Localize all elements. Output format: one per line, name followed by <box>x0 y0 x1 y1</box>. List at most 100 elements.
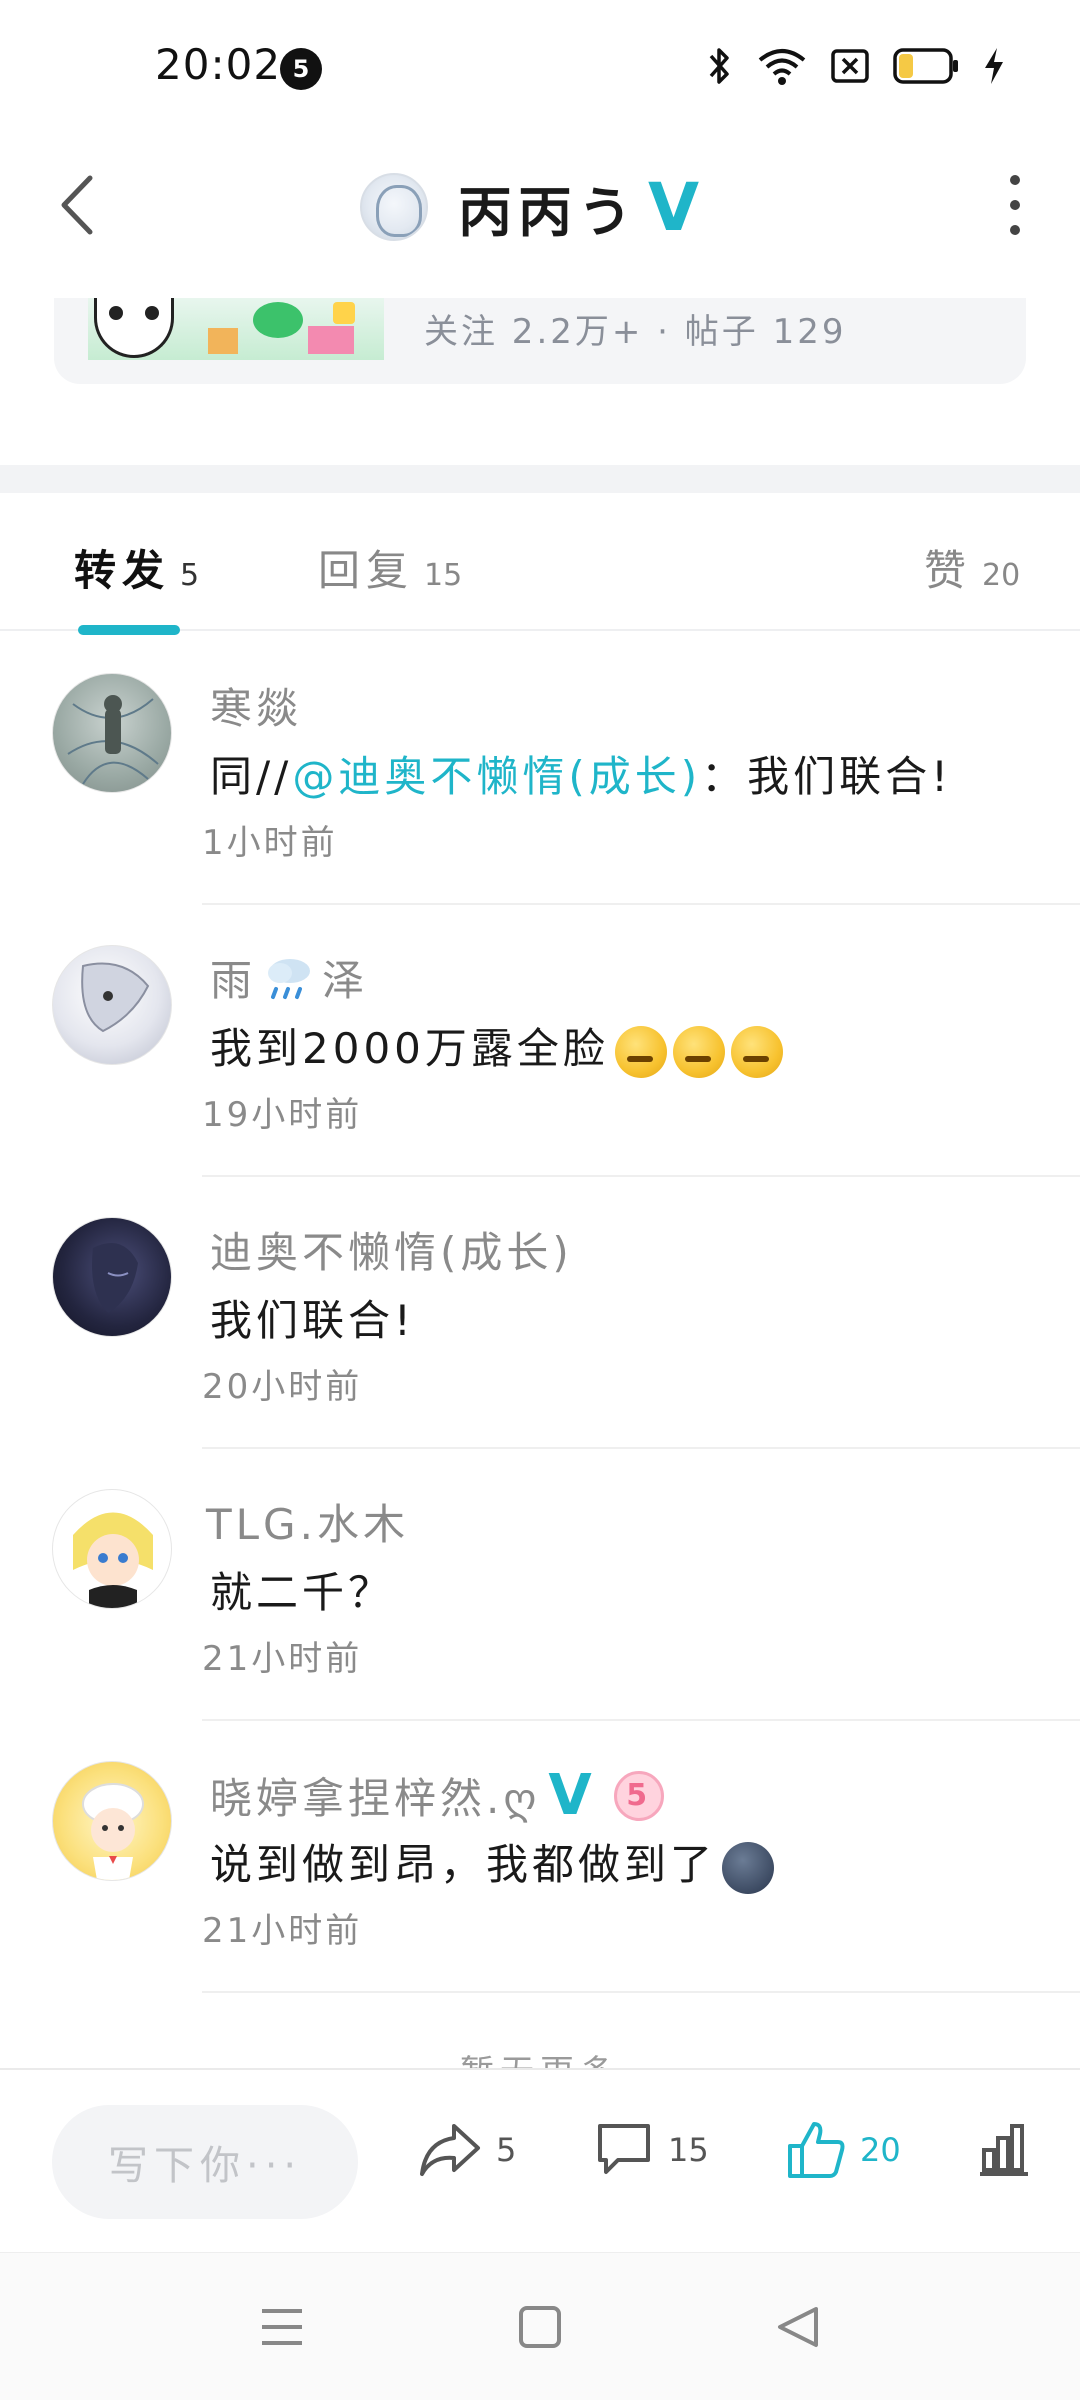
comment-text: 我到2000万露全脸 <box>210 1015 783 1078</box>
author-avatar[interactable] <box>360 173 428 241</box>
author-name-text: 晓婷拿捏梓然.ღ <box>210 1774 541 1823</box>
avatar-figure <box>81 962 150 1033</box>
level-badge-icon: 5 <box>613 1770 664 1821</box>
comment-count: 15 <box>668 2131 709 2169</box>
rain-cloud-icon <box>268 958 311 999</box>
forum-thumbnail <box>88 298 384 360</box>
smirk-emoji-icon <box>672 1025 725 1078</box>
comment-text-body: 说到做到昂，我都做到了 <box>210 1840 717 1889</box>
comment-time: 21小时前 <box>202 1639 363 1679</box>
status-icons <box>707 46 1005 86</box>
list-item[interactable]: 晓婷拿捏梓然.ღ V 5 说到做到昂，我都做到了 21小时前 <box>0 1721 1080 1993</box>
stats-button[interactable] <box>976 2122 1032 2182</box>
comment-text-suffix: ：我们联合! <box>701 752 952 801</box>
comment-text: 我们联合! <box>210 1296 415 1345</box>
tab-label: 回复 <box>318 546 415 595</box>
chevron-left-icon <box>61 175 93 235</box>
status-time: 20:02 <box>155 40 282 89</box>
more-dot <box>1010 200 1020 210</box>
comment-author[interactable]: TLG.水木 <box>206 1491 409 1552</box>
avatar-figure <box>73 1512 153 1608</box>
interaction-tabs: 转发 5 回复 15 赞 20 <box>0 493 1080 635</box>
square-home-icon <box>519 2306 561 2348</box>
list-item[interactable]: TLG.水木 就二千？ 21小时前 <box>0 1449 1080 1721</box>
verified-badge-icon: V <box>648 168 700 246</box>
divider <box>202 1991 1080 1993</box>
back-button[interactable] <box>50 170 110 240</box>
comment-time: 21小时前 <box>202 1911 363 1951</box>
thumbs-up-icon <box>788 2122 845 2178</box>
charging-icon <box>985 48 1003 84</box>
avatar[interactable] <box>52 1217 172 1337</box>
list-item[interactable]: 雨 泽 我到2000万露全脸 19小时前 <box>0 905 1080 1177</box>
avatar[interactable] <box>52 1761 172 1881</box>
bottom-action-bar: 写下你··· 5 15 20 <box>0 2068 1080 2252</box>
avatar[interactable] <box>52 1489 172 1609</box>
tab-count: 20 <box>982 558 1021 593</box>
comment-author[interactable]: 晓婷拿捏梓然.ღ V 5 <box>210 1763 664 1828</box>
forum-card[interactable]: 关注 2.2万+ · 帖子 129 <box>54 298 1026 384</box>
battery-icon <box>893 48 958 84</box>
top-nav-bar: 丙丙う V <box>0 150 1080 260</box>
share-count: 5 <box>496 2131 517 2169</box>
like-count: 20 <box>860 2131 901 2169</box>
home-nav-button[interactable] <box>510 2297 570 2357</box>
comment-time: 19小时前 <box>202 1095 363 1135</box>
tab-likes[interactable]: 赞 20 <box>924 537 1020 598</box>
panda-illustration <box>94 298 174 358</box>
verified-badge-icon: V <box>548 1763 596 1828</box>
comment-author[interactable]: 雨 泽 <box>210 947 368 1008</box>
wifi-icon <box>758 49 806 85</box>
comment-text: 同//@迪奥不懒惰(成长)：我们联合! <box>210 743 952 804</box>
list-item[interactable]: 寒燚 同//@迪奥不懒惰(成长)：我们联合! 1小时前 <box>0 633 1080 905</box>
avatar-figure <box>92 1243 138 1313</box>
avatar[interactable] <box>52 945 172 1065</box>
tab-replies[interactable]: 回复 15 <box>318 537 462 598</box>
notification-badge: 5 <box>280 48 322 90</box>
more-dot <box>1010 225 1020 235</box>
thumb-decoration <box>333 302 355 324</box>
author-header[interactable]: 丙丙う V <box>360 162 699 252</box>
comment-author[interactable]: 迪奥不懒惰(成长) <box>210 1219 573 1280</box>
smirk-emoji-icon <box>614 1025 667 1078</box>
tab-reposts[interactable]: 转发 5 <box>74 537 199 598</box>
thumb-decoration <box>308 326 354 354</box>
menu-icon <box>262 2309 302 2345</box>
forum-stats: 关注 2.2万+ · 帖子 129 <box>424 312 847 352</box>
tab-label: 赞 <box>924 546 973 595</box>
comment-button[interactable]: 15 <box>594 2120 709 2180</box>
comment-bubble-icon <box>598 2124 650 2174</box>
comment-author[interactable]: 寒燚 <box>210 675 302 736</box>
author-name-part: 雨 <box>210 956 257 1005</box>
comment-time: 20小时前 <box>202 1367 363 1407</box>
author-name-part: 泽 <box>322 956 369 1005</box>
back-nav-button[interactable] <box>768 2297 828 2357</box>
sim-off-icon <box>831 49 869 83</box>
triangle-back-icon <box>778 2307 818 2347</box>
tab-label: 转发 <box>74 546 171 595</box>
like-button[interactable]: 20 <box>786 2120 901 2180</box>
comment-text-body: 我到2000万露全脸 <box>210 1024 609 1073</box>
author-name: 丙丙う <box>458 180 638 244</box>
share-button[interactable]: 5 <box>418 2120 516 2180</box>
bluetooth-icon <box>709 48 729 84</box>
user-mention-link[interactable]: @迪奥不懒惰(成长) <box>292 752 701 801</box>
comment-text-prefix: 同// <box>210 752 293 801</box>
comment-text: 说到做到昂，我都做到了 <box>210 1831 775 1894</box>
system-navigation-bar <box>0 2252 1080 2400</box>
bar-chart-icon <box>980 2124 1028 2176</box>
list-item[interactable]: 迪奥不懒惰(成长) 我们联合! 20小时前 <box>0 1177 1080 1449</box>
moon-face-emoji-icon <box>722 1841 775 1894</box>
tab-count: 15 <box>424 558 463 593</box>
more-options-button[interactable] <box>1000 175 1030 235</box>
thumb-decoration <box>208 328 238 354</box>
status-bar: 20:02 5 <box>0 0 1080 130</box>
menu-nav-button[interactable] <box>252 2297 312 2357</box>
comment-time: 1小时前 <box>202 823 338 863</box>
avatar[interactable] <box>52 673 172 793</box>
more-dot <box>1010 175 1020 185</box>
tab-count: 5 <box>180 558 200 593</box>
comment-text: 就二千？ <box>210 1568 395 1617</box>
share-arrow-icon <box>420 2124 480 2176</box>
comment-input[interactable]: 写下你··· <box>52 2105 358 2219</box>
